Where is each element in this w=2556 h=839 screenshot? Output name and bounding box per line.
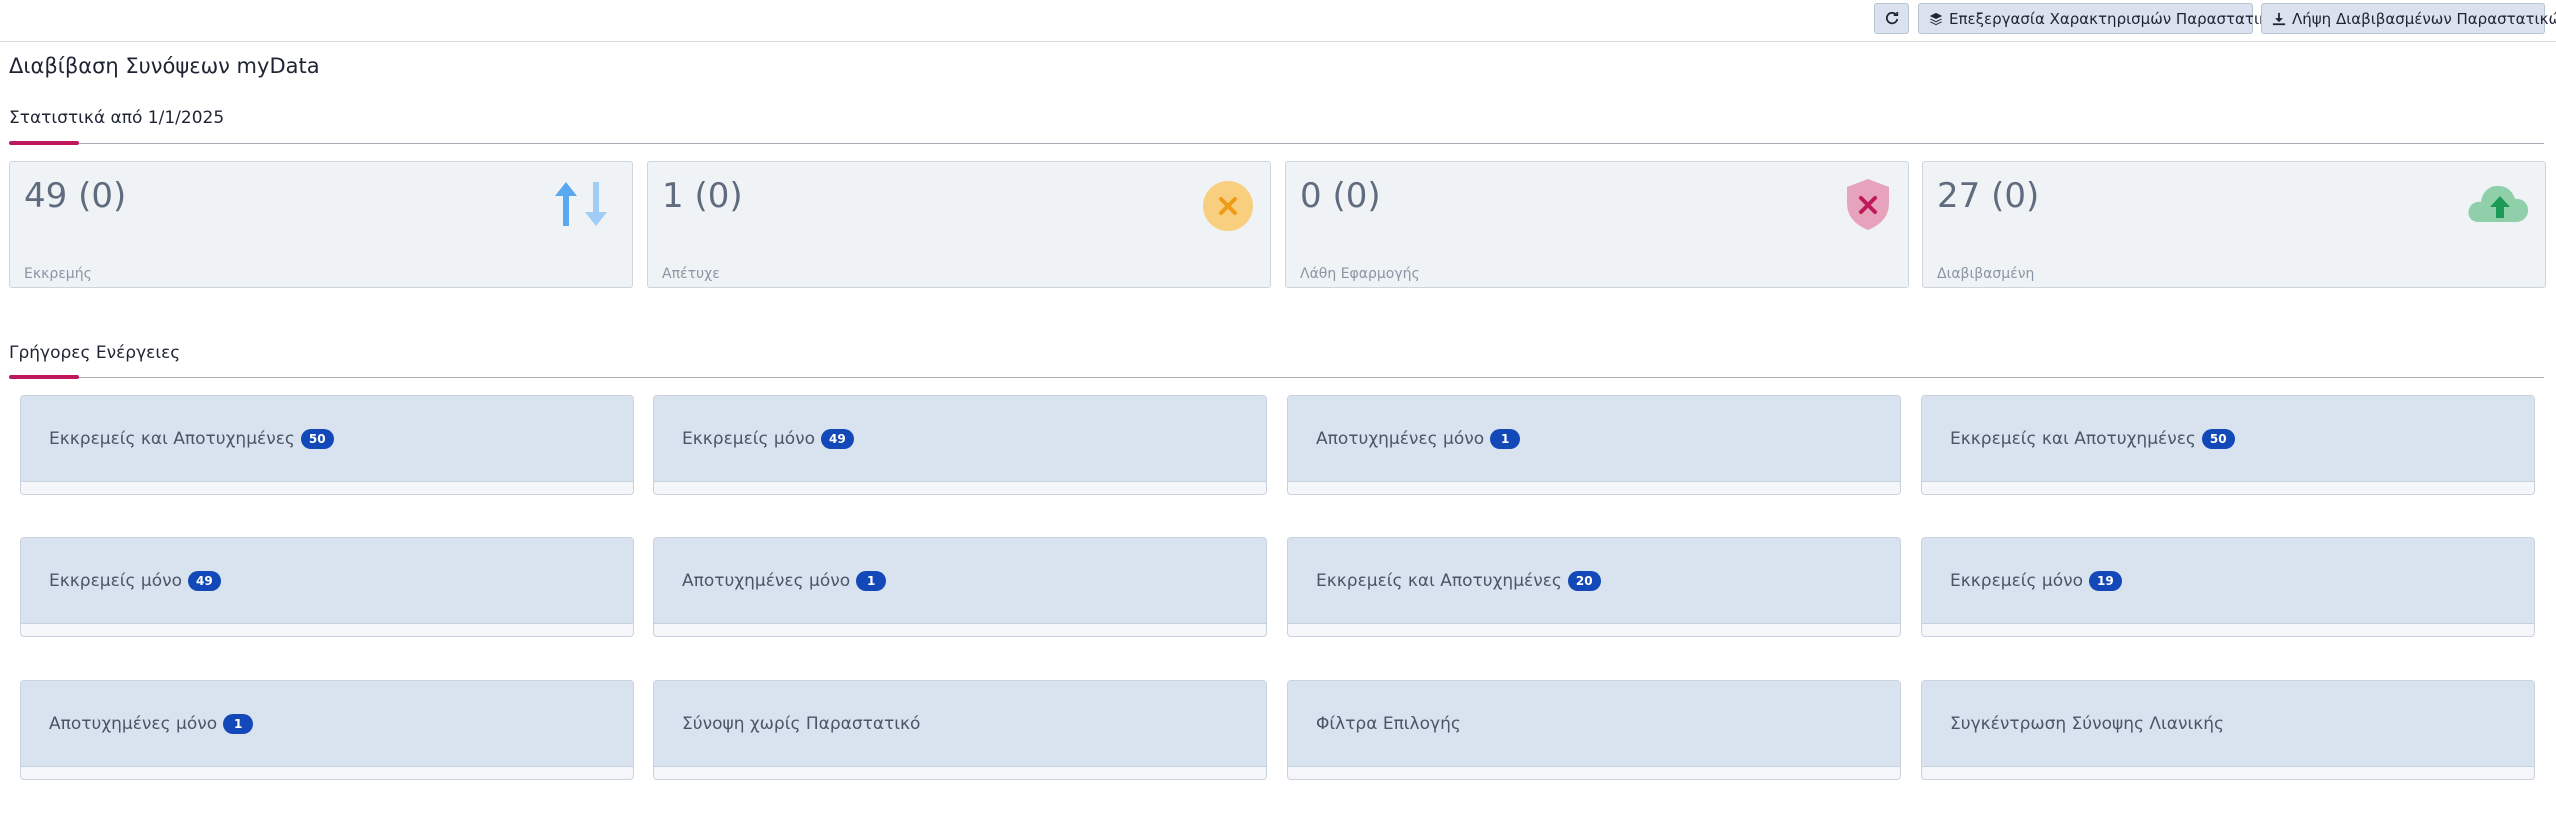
count-badge: 50: [300, 428, 334, 449]
shield-x-icon: [1847, 179, 1889, 230]
count-badge: 49: [821, 428, 854, 449]
count-badge: 1: [223, 713, 254, 734]
layers-icon: [1929, 12, 1943, 25]
stat-value: 1 (0): [662, 176, 743, 216]
count-badge: 1: [856, 570, 887, 591]
action-label: Αποτυχημένες μόνο: [1316, 428, 1485, 449]
actions-section-divider: [9, 377, 2544, 378]
stat-label: Λάθη Εφαρμογής: [1300, 266, 1420, 282]
action-pending-only[interactable]: Εκκρεμείς μόνο 49: [653, 395, 1267, 495]
stat-card-app-errors: 0 (0) Λάθη Εφαρμογής: [1285, 161, 1909, 288]
stat-card-failed: 1 (0) Απέτυχε: [647, 161, 1271, 288]
stat-label: Διαβιβασμένη: [1937, 266, 2035, 282]
stat-value: 0 (0): [1300, 176, 1381, 216]
stat-card-pending: 49 (0) Εκκρεμής: [9, 161, 633, 288]
action-pending-and-failed[interactable]: Εκκρεμείς και Αποτυχημένες 20: [1287, 537, 1901, 637]
stats-section-divider: [9, 143, 2544, 144]
cloud-upload-icon: [2468, 185, 2529, 222]
stat-label: Εκκρεμής: [24, 266, 92, 282]
action-label: Σύνοψη χωρίς Παραστατικό: [682, 713, 921, 734]
x-circle-icon: [1203, 181, 1253, 231]
action-retail-summary-aggregation[interactable]: Συγκέντρωση Σύνοψης Λιανικής: [1921, 680, 2535, 780]
stat-card-transmitted: 27 (0) Διαβιβασμένη: [1922, 161, 2546, 288]
top-toolbar: Επεξεργασία Χαρακτηρισμών Παραστατικών Λ…: [0, 0, 2556, 42]
download-transmitted-button[interactable]: Λήψη Διαβιβασμένων Παραστατικών: [2261, 3, 2556, 34]
action-label: Εκκρεμείς μόνο: [1950, 570, 2084, 591]
action-label: Εκκρεμείς και Αποτυχημένες: [1950, 428, 2196, 449]
count-badge: 49: [188, 570, 221, 591]
action-failed-only[interactable]: Αποτυχημένες μόνο 1: [653, 537, 1267, 637]
action-label: Συγκέντρωση Σύνοψης Λιανικής: [1950, 713, 2225, 734]
actions-section-accent: [9, 375, 79, 379]
action-label: Εκκρεμείς μόνο: [49, 570, 183, 591]
refresh-icon: [1885, 11, 1898, 24]
action-pending-and-failed[interactable]: Εκκρεμείς και Αποτυχημένες 50: [20, 395, 634, 495]
action-selection-filters[interactable]: Φίλτρα Επιλογής: [1287, 680, 1901, 780]
download-icon: [2272, 12, 2286, 25]
action-pending-and-failed[interactable]: Εκκρεμείς και Αποτυχημένες 50: [1921, 395, 2535, 495]
stat-value: 27 (0): [1937, 176, 2040, 216]
action-failed-only[interactable]: Αποτυχημένες μόνο 1: [20, 680, 634, 780]
stat-value: 49 (0): [24, 176, 127, 216]
stats-section-accent: [9, 141, 79, 145]
page-title: Διαβίβαση Συνόψεων myData: [9, 54, 320, 78]
action-pending-only[interactable]: Εκκρεμείς μόνο 19: [1921, 537, 2535, 637]
count-badge: 20: [1567, 570, 1601, 591]
action-label: Εκκρεμείς μόνο: [682, 428, 816, 449]
refresh-button[interactable]: [1874, 3, 1909, 34]
action-label: Αποτυχημένες μόνο: [682, 570, 851, 591]
stat-label: Απέτυχε: [662, 266, 720, 282]
action-label: Εκκρεμείς και Αποτυχημένες: [49, 428, 295, 449]
count-badge: 1: [1490, 428, 1521, 449]
action-label: Εκκρεμείς και Αποτυχημένες: [1316, 570, 1562, 591]
edit-classifications-button[interactable]: Επεξεργασία Χαρακτηρισμών Παραστατικών: [1918, 3, 2289, 34]
action-summary-without-document[interactable]: Σύνοψη χωρίς Παραστατικό: [653, 680, 1267, 780]
count-badge: 50: [2201, 428, 2235, 449]
action-label: Φίλτρα Επιλογής: [1316, 713, 1461, 734]
action-failed-only[interactable]: Αποτυχημένες μόνο 1: [1287, 395, 1901, 495]
action-label: Αποτυχημένες μόνο: [49, 713, 218, 734]
stats-section-title: Στατιστικά από 1/1/2025: [9, 108, 225, 128]
download-transmitted-label: Λήψη Διαβιβασμένων Παραστατικών: [2292, 9, 2556, 28]
action-pending-only[interactable]: Εκκρεμείς μόνο 49: [20, 537, 634, 637]
edit-classifications-label: Επεξεργασία Χαρακτηρισμών Παραστατικών: [1949, 9, 2289, 28]
arrows-up-down-icon: [555, 182, 607, 226]
actions-section-title: Γρήγορες Ενέργειες: [9, 343, 181, 363]
count-badge: 19: [2089, 570, 2122, 591]
